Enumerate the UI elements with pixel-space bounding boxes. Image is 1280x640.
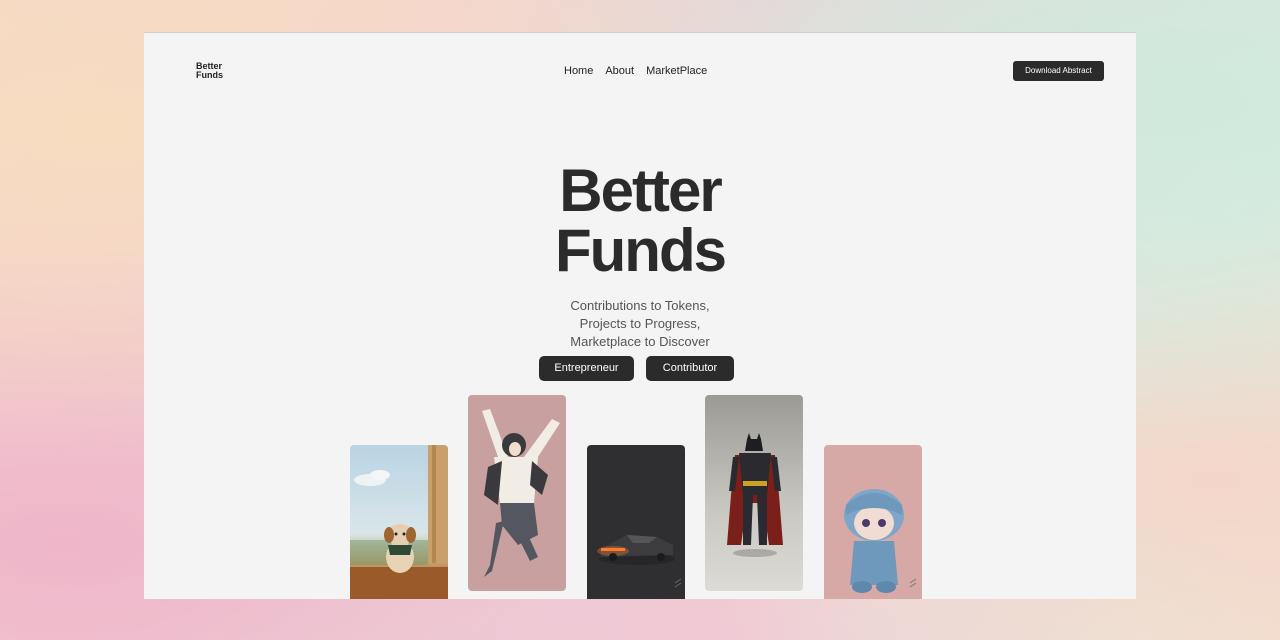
- entrepreneur-button[interactable]: Entrepreneur: [539, 356, 634, 381]
- brand-logo[interactable]: Better Funds: [196, 62, 223, 80]
- nav-home[interactable]: Home: [564, 65, 593, 77]
- subtitle-line-1: Contributions to Tokens,: [570, 298, 710, 313]
- cybertruck-image[interactable]: [587, 445, 685, 599]
- contributor-button[interactable]: Contributor: [646, 356, 734, 381]
- main-nav: Home About MarketPlace: [564, 65, 707, 77]
- hero-title: Better Funds: [144, 161, 1136, 281]
- nav-about[interactable]: About: [605, 65, 634, 77]
- hero-title-line-2: Funds: [555, 217, 727, 284]
- batman-figure-image[interactable]: [705, 395, 803, 591]
- hero-title-line-1: Better: [559, 157, 722, 224]
- download-abstract-button[interactable]: Download Abstract: [1013, 61, 1104, 81]
- subtitle-line-2: Projects to Progress,: [579, 316, 701, 331]
- plush-doll-image[interactable]: [824, 445, 922, 599]
- website-screenshot: Better Funds Home About MarketPlace Down…: [144, 32, 1136, 599]
- hero-subtitle: Contributions to Tokens, Projects to Pro…: [144, 297, 1136, 351]
- subtitle-line-3: Marketplace to Discover: [570, 334, 710, 349]
- brand-line-2: Funds: [196, 70, 223, 80]
- jumping-person-image[interactable]: [468, 395, 566, 591]
- nav-marketplace[interactable]: MarketPlace: [646, 65, 707, 77]
- puppy-image[interactable]: [350, 445, 448, 599]
